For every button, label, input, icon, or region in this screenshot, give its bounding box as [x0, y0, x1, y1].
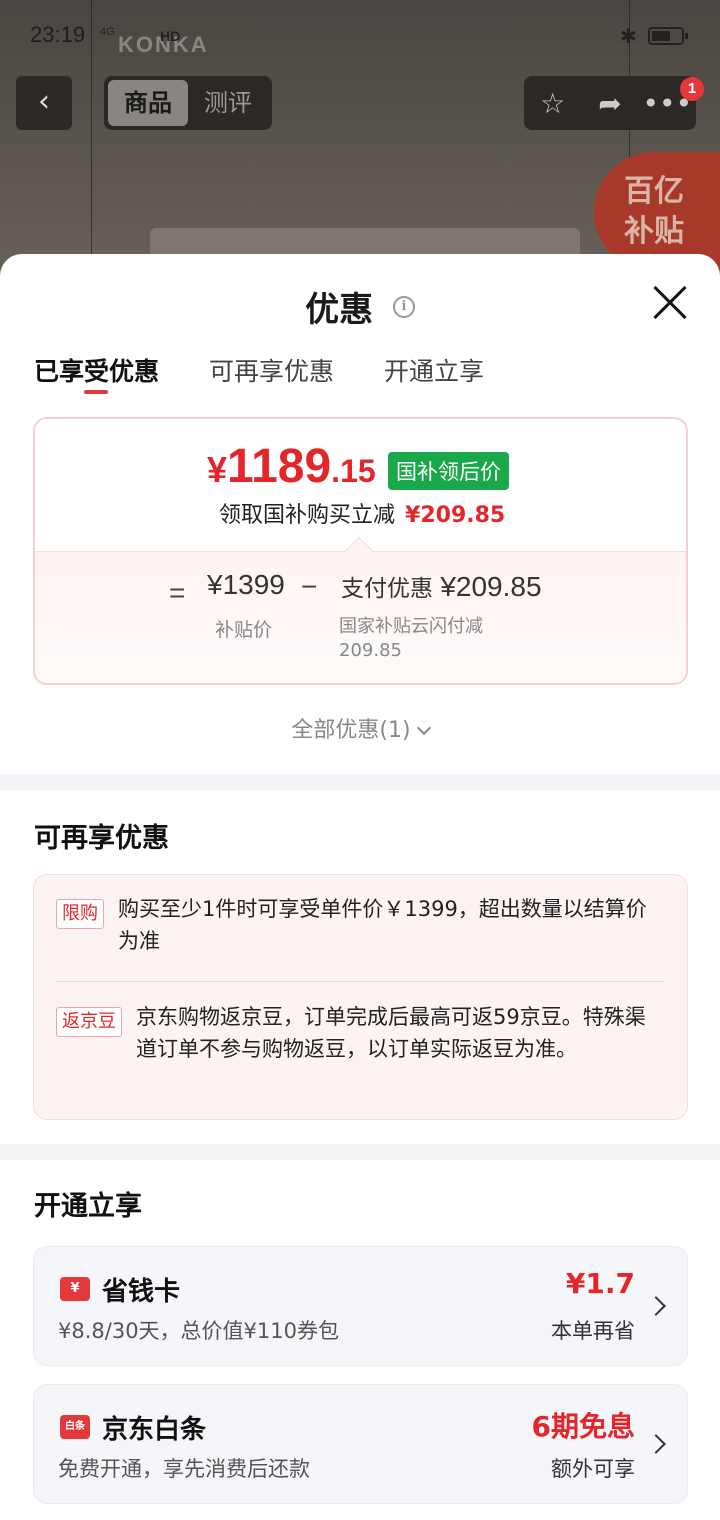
pay-discount-label: 支付优惠 [341, 576, 433, 602]
promo-tag: 限购 [56, 899, 104, 929]
section-divider [0, 1144, 720, 1160]
list-item: 限购 购买至少1件时可享受单件价￥1399，超出数量以结算价为准 [56, 893, 656, 957]
discount-tabs: 已享受优惠 可再享优惠 开通立享 [34, 352, 534, 394]
claim-amount: ¥209.85 [405, 503, 506, 528]
savings-card-value: ¥1.7 [565, 1267, 635, 1300]
price-tag-badge: 国补领后价 [388, 452, 509, 490]
pay-discount: 支付优惠 ¥209.85 [341, 569, 542, 603]
claim-line: 领取国补购买立减 ¥209.85 [219, 497, 505, 529]
signal-icon: 4G [100, 26, 115, 38]
chevron-down-icon [416, 720, 431, 736]
sheet-title: 优惠 [305, 290, 374, 330]
final-price-decimal: .15 [331, 453, 376, 489]
discount-sheet: 优惠 i 已享受优惠 可再享优惠 开通立享 ¥1189.15 国补领后价 领取国… [0, 254, 720, 1520]
more-discounts-card: 限购 购买至少1件时可享受单件价￥1399，超出数量以结算价为准 返京豆 京东购… [33, 874, 688, 1120]
final-price-integer: 1189 [227, 440, 332, 493]
chevron-left-icon: ‹ [38, 84, 50, 119]
subsidy-badge-line1: 百亿 [624, 174, 684, 209]
hd-indicator: HD [160, 28, 181, 44]
baitiao-value: 6期免息 [531, 1410, 635, 1443]
price-card: ¥1189.15 国补领后价 领取国补购买立减 ¥209.85 = ¥1399 补… [33, 417, 688, 685]
battery-icon [648, 27, 688, 45]
chevron-right-icon [646, 1434, 666, 1454]
base-price: ¥1399 [207, 569, 285, 600]
savings-card-value-label: 本单再省 [551, 1319, 635, 1343]
section-divider [0, 774, 720, 790]
baitiao-name: 京东白条 [102, 1415, 207, 1445]
more-discounts-title: 可再享优惠 [34, 823, 169, 854]
promo-text: 购买至少1件时可享受单件价￥1399，超出数量以结算价为准 [118, 897, 647, 953]
final-price-currency: ¥ [207, 449, 228, 490]
baitiao-desc: 免费开通，享先消费后还款 [58, 1457, 310, 1481]
chevron-right-icon [646, 1296, 666, 1316]
baitiao-icon: 白条 [60, 1415, 90, 1439]
minus-sign: − [301, 571, 318, 602]
all-discounts-toggle[interactable]: 全部优惠(1) [0, 712, 720, 744]
product-tabs: 商品 测评 [104, 76, 272, 130]
subsidy-badge-line2: 补贴 [624, 214, 684, 249]
all-discounts-label: 全部优惠(1) [291, 718, 411, 743]
bluetooth-icon: ✱ [620, 24, 637, 48]
tab-product[interactable]: 商品 [108, 80, 188, 126]
notification-badge: 1 [680, 77, 704, 101]
final-price: ¥1189.15 [207, 439, 376, 494]
back-button[interactable]: ‹ [16, 76, 72, 130]
savings-card-desc: ¥8.8/30天，总价值¥110券包 [58, 1319, 339, 1343]
info-icon[interactable]: i [392, 295, 415, 318]
baitiao-row[interactable]: 白条 京东白条 免费开通，享先消费后还款 6期免息 额外可享 [33, 1384, 688, 1504]
base-price-label: 补贴价 [215, 619, 273, 641]
yuan-card-icon: ¥ [60, 1277, 90, 1301]
baitiao-value-label: 额外可享 [551, 1457, 635, 1481]
tab-review[interactable]: 测评 [188, 80, 268, 126]
star-icon[interactable]: ☆ [528, 87, 578, 120]
close-icon[interactable] [652, 284, 688, 320]
status-bar: 23:19 4G HD ✱ [0, 0, 720, 72]
tab-more-discounts[interactable]: 可再享优惠 [209, 352, 334, 388]
savings-card-row[interactable]: ¥ 省钱卡 ¥8.8/30天，总价值¥110券包 ¥1.7 本单再省 [33, 1246, 688, 1366]
equals-sign: = [169, 577, 186, 608]
tab-open-to-enjoy[interactable]: 开通立享 [384, 352, 484, 388]
promo-tag: 返京豆 [56, 1007, 122, 1037]
pay-discount-detail: 国家补贴云闪付减209.85 [339, 616, 483, 661]
savings-card-name: 省钱卡 [102, 1277, 181, 1307]
list-item: 返京豆 京东购物返京豆，订单完成后最高可返59京豆。特殊渠道订单不参与购物返豆，… [56, 1001, 666, 1065]
sheet-header: 优惠 i [0, 282, 720, 331]
claim-text: 领取国补购买立减 [219, 503, 396, 528]
pay-discount-amount: ¥209.85 [440, 571, 542, 602]
open-to-enjoy-title: 开通立享 [34, 1191, 142, 1222]
clock: 23:19 [30, 22, 86, 47]
tab-enjoyed-discounts[interactable]: 已享受优惠 [34, 352, 159, 394]
divider [56, 981, 664, 982]
nav-actions: ☆ ➦ ••• [524, 76, 696, 130]
share-icon[interactable]: ➦ [585, 87, 635, 120]
promo-text: 京东购物返京豆，订单完成后最高可返59京豆。特殊渠道订单不参与购物返豆，以订单实… [136, 1005, 646, 1061]
